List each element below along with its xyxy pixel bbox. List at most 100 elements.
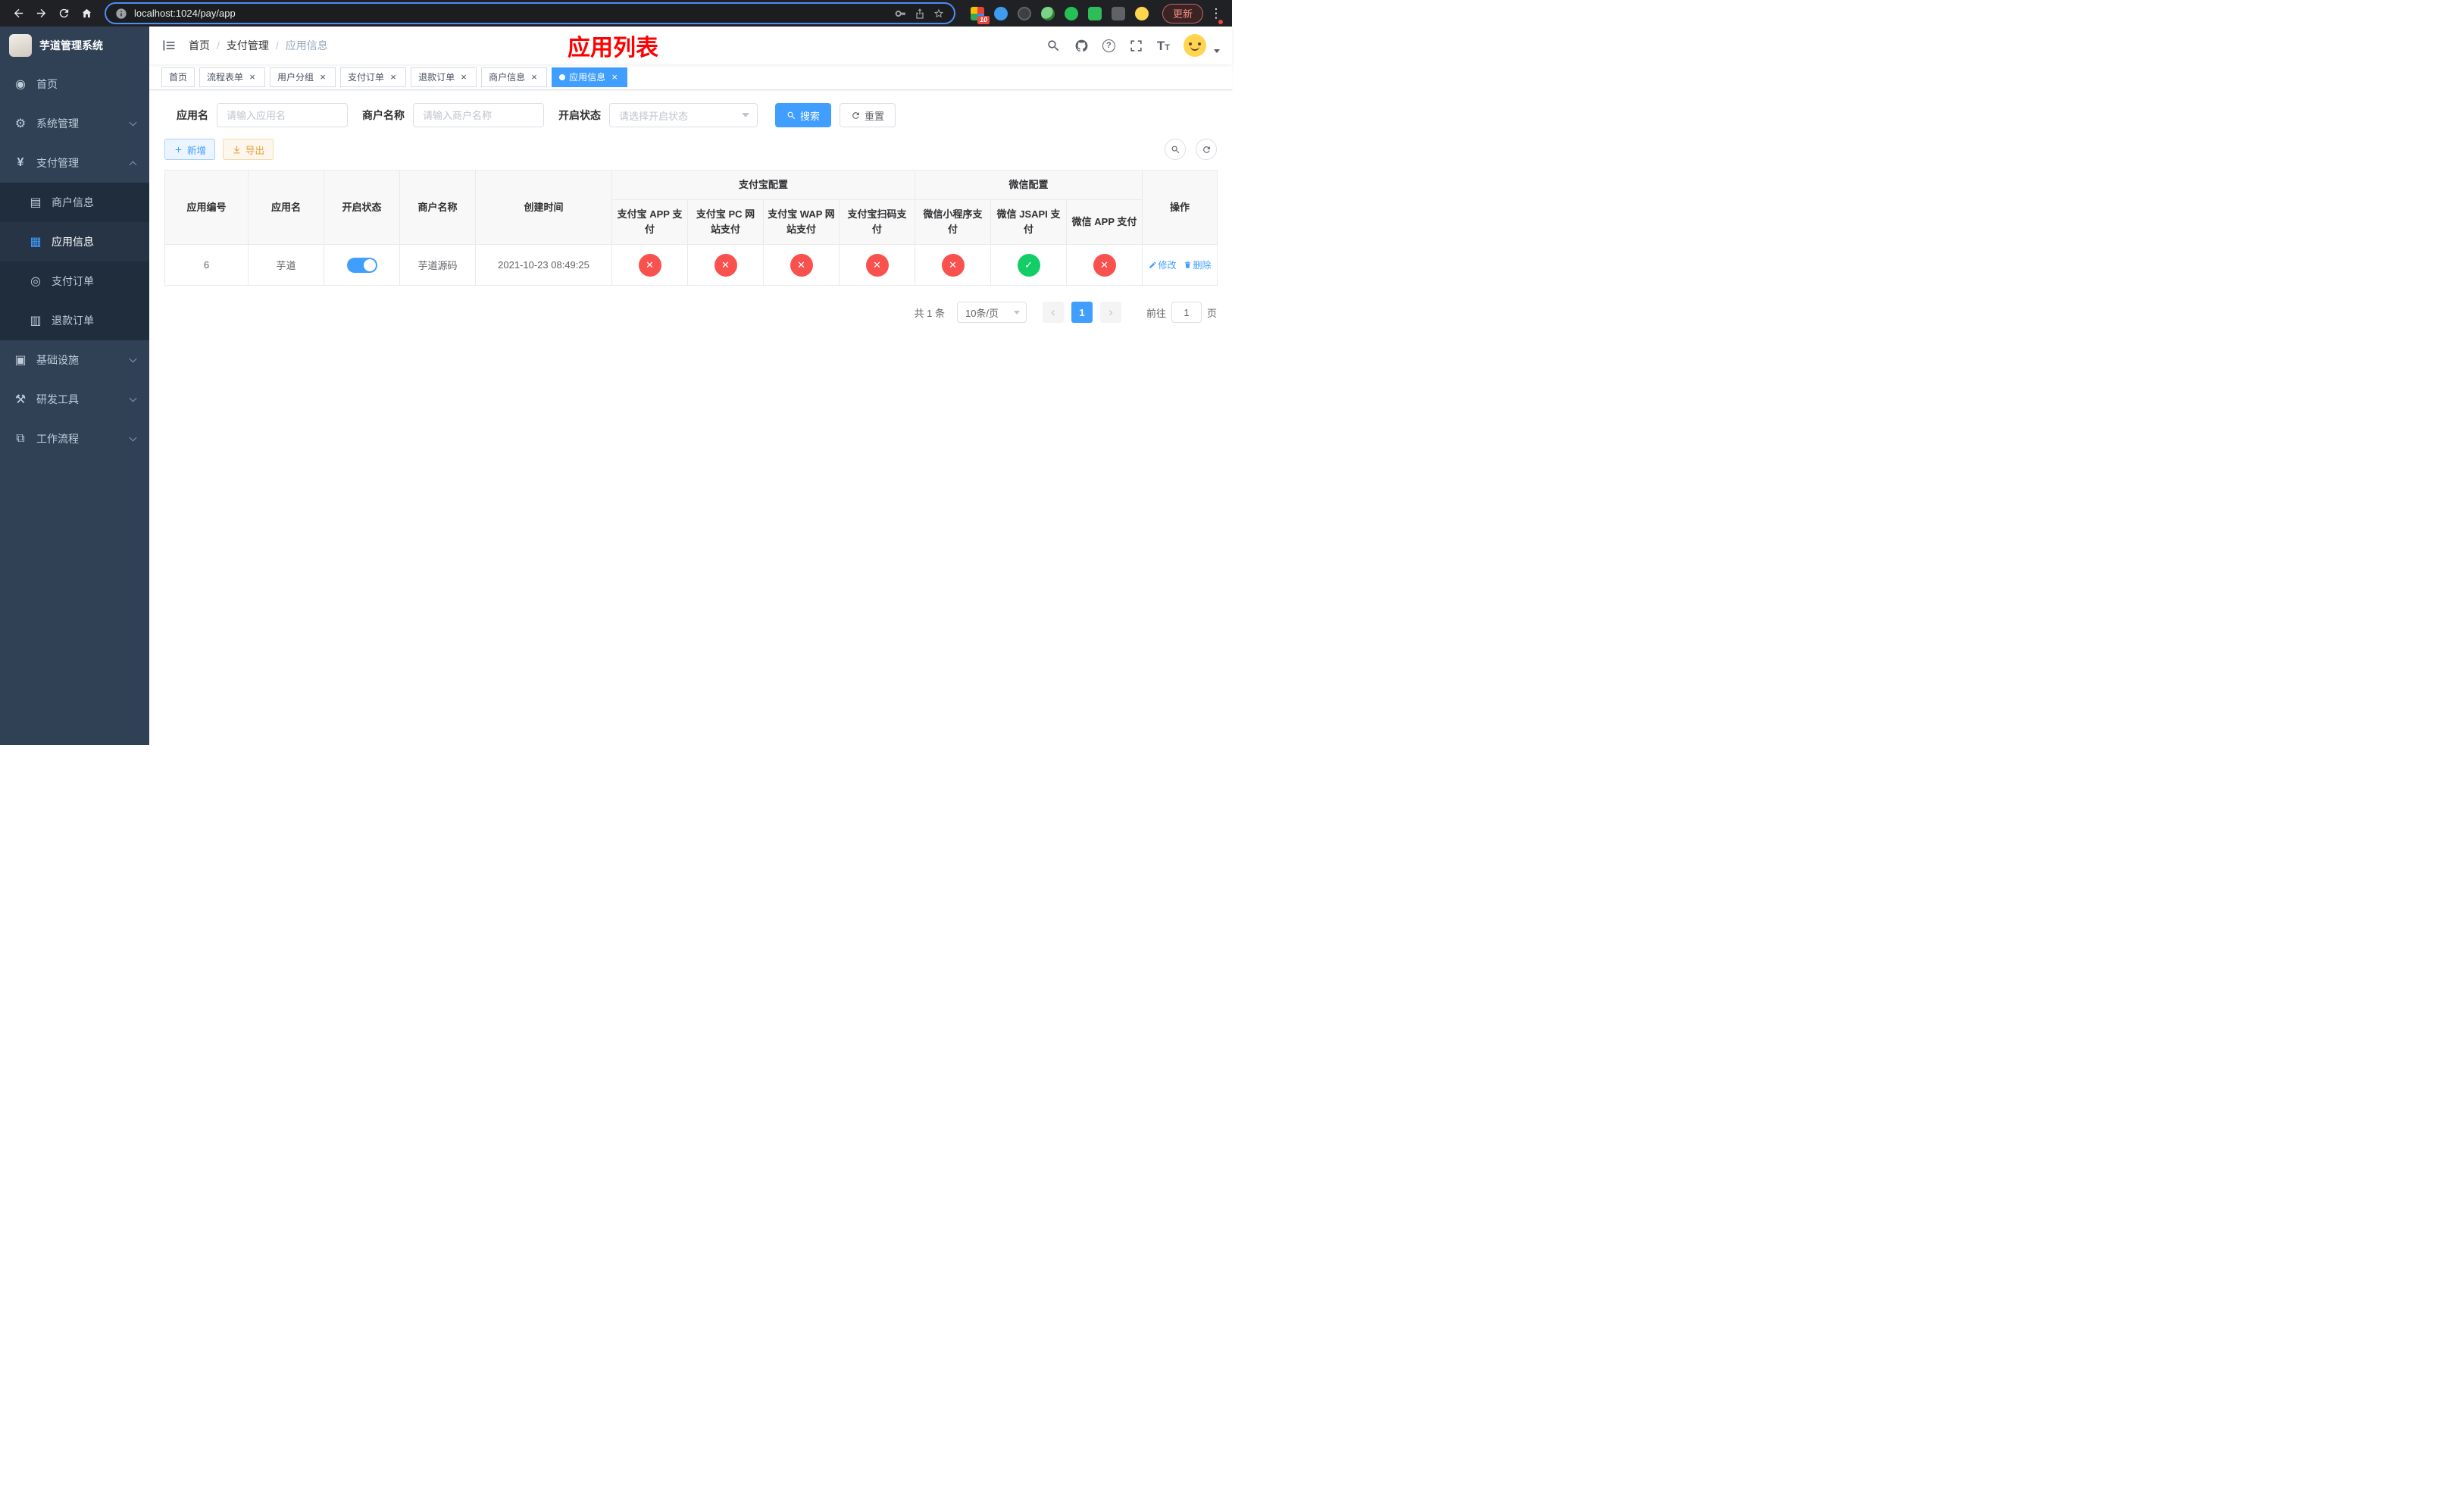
cell-app-name: 芋道 <box>248 244 324 286</box>
extension-avatar-icon[interactable] <box>1040 6 1055 20</box>
cell-alipay-app: ✕ <box>611 244 688 286</box>
app-name-input[interactable] <box>217 103 348 127</box>
sidebar-item-label: 支付管理 <box>36 157 79 169</box>
col-actions: 操作 <box>1142 169 1218 246</box>
cell-app-id: 6 <box>164 244 249 286</box>
chevron-down-icon <box>742 113 749 117</box>
share-icon[interactable] <box>914 8 926 20</box>
sidebar-item-label: 应用信息 <box>52 236 94 248</box>
reload-button[interactable] <box>53 3 74 24</box>
cell-created: 2021-10-23 08:49:25 <box>475 244 612 286</box>
close-icon[interactable]: × <box>529 72 539 83</box>
extension-green-icon[interactable] <box>1064 6 1078 20</box>
fullscreen-icon[interactable] <box>1129 39 1143 53</box>
cell-alipay-qr: ✕ <box>838 244 916 286</box>
help-icon[interactable]: ? <box>1102 39 1115 52</box>
tab-merchant-info[interactable]: 商户信息 × <box>481 67 548 87</box>
card-icon: ▤ <box>30 196 42 209</box>
prev-page-button[interactable]: ‹ <box>1042 302 1064 324</box>
merchant-name-input[interactable] <box>413 103 544 127</box>
sidebar-item-refund-order[interactable]: ▥ 退款订单 <box>0 301 149 340</box>
goto-page-input[interactable] <box>1171 302 1202 324</box>
reset-button[interactable]: 重置 <box>840 103 896 127</box>
url-text: localhost:1024/pay/app <box>134 8 236 19</box>
home-button[interactable] <box>76 3 97 24</box>
tab-label: 应用信息 <box>569 72 606 83</box>
breadcrumb-home[interactable]: 首页 <box>189 38 210 53</box>
back-button[interactable] <box>8 3 29 24</box>
forward-button[interactable] <box>30 3 52 24</box>
tab-process-form[interactable]: 流程表单 × <box>199 67 266 87</box>
search-button[interactable]: 搜索 <box>775 103 832 127</box>
toggle-search-button[interactable] <box>1165 139 1186 160</box>
tab-user-group[interactable]: 用户分组 × <box>270 67 336 87</box>
current-page-button[interactable]: 1 <box>1071 302 1093 324</box>
sidebar-item-system[interactable]: ⚙ 系统管理 <box>0 104 149 143</box>
col-wechat-mini: 微信小程序支付 <box>915 199 992 246</box>
close-icon[interactable]: × <box>317 72 328 83</box>
tab-label: 首页 <box>169 72 188 83</box>
pagination-total: 共 1 条 <box>914 307 945 319</box>
refresh-table-button[interactable] <box>1196 139 1217 160</box>
sidebar-item-payment[interactable]: ¥ 支付管理 <box>0 143 149 183</box>
sidebar-item-infrastructure[interactable]: ▣ 基础设施 <box>0 340 149 380</box>
sidebar-item-devtools[interactable]: ⚒ 研发工具 <box>0 380 149 419</box>
extension-chat-icon[interactable] <box>1087 6 1102 20</box>
avatar-caret-icon[interactable] <box>1214 49 1220 53</box>
status-toggle[interactable] <box>346 257 377 273</box>
close-icon[interactable]: × <box>609 72 620 83</box>
breadcrumb-separator: / <box>275 39 279 52</box>
tab-home[interactable]: 首页 <box>161 67 195 87</box>
bookmark-star-icon[interactable] <box>933 8 945 20</box>
tab-refund-order[interactable]: 退款订单 × <box>411 67 477 87</box>
gear-icon: ⚙ <box>14 117 27 130</box>
font-size-icon[interactable]: TT <box>1157 39 1170 52</box>
tab-pay-order[interactable]: 支付订单 × <box>340 67 407 87</box>
password-key-icon[interactable] <box>895 8 907 20</box>
extensions-puzzle-icon[interactable] <box>1111 6 1125 20</box>
extension-profile-icon[interactable] <box>1134 6 1149 20</box>
edit-icon <box>1149 261 1156 269</box>
col-group-alipay: 支付宝配置 <box>611 169 916 201</box>
close-icon[interactable]: × <box>458 72 469 83</box>
close-icon[interactable]: × <box>388 72 399 83</box>
extension-dark-icon[interactable] <box>1017 6 1031 20</box>
add-button[interactable]: 新增 <box>164 139 216 160</box>
status-select[interactable]: 请选择开启状态 <box>609 103 758 127</box>
extension-badge: 10 <box>977 15 990 24</box>
main-content: 首页 / 支付管理 / 应用信息 应用列表 ? TT 首页 流程表单 × 用户分组… <box>149 27 1232 745</box>
site-info-icon[interactable] <box>115 8 127 20</box>
sidebar-item-pay-order[interactable]: ◎ 支付订单 <box>0 261 149 301</box>
col-alipay-qr: 支付宝扫码支付 <box>838 199 916 246</box>
next-page-button[interactable]: › <box>1099 302 1121 324</box>
sidebar: 芋道管理系统 ◉ 首页 ⚙ 系统管理 ¥ 支付管理 ▤ 商户信息 ▦ 应用信息 … <box>0 27 149 745</box>
delete-link[interactable]: 删除 <box>1184 258 1212 271</box>
search-form: 应用名 商户名称 开启状态 请选择开启状态 搜索 重置 <box>149 90 1232 127</box>
extension-blue-icon[interactable] <box>993 6 1008 20</box>
sidebar-item-workflow[interactable]: ⧉ 工作流程 <box>0 419 149 459</box>
sidebar-item-merchant-info[interactable]: ▤ 商户信息 <box>0 183 149 222</box>
address-bar[interactable]: localhost:1024/pay/app <box>105 2 955 24</box>
order-icon: ◎ <box>30 275 41 288</box>
edit-link[interactable]: 修改 <box>1149 258 1177 271</box>
github-icon[interactable] <box>1074 39 1089 53</box>
browser-menu-kebab-icon[interactable]: ⋮ <box>1209 6 1223 21</box>
export-button[interactable]: 导出 <box>223 139 274 160</box>
page-size-select[interactable]: 10条/页 <box>956 302 1027 324</box>
sidebar-item-label: 基础设施 <box>36 354 79 366</box>
col-app-id: 应用编号 <box>164 169 249 246</box>
close-icon[interactable]: × <box>247 72 258 83</box>
breadcrumb-payment[interactable]: 支付管理 <box>227 38 269 53</box>
search-icon[interactable] <box>1046 39 1061 53</box>
sidebar-item-app-info[interactable]: ▦ 应用信息 <box>0 222 149 261</box>
sidebar-item-home[interactable]: ◉ 首页 <box>0 64 149 104</box>
chrome-update-button[interactable]: 更新 <box>1162 3 1203 23</box>
sidebar-collapse-icon[interactable] <box>161 38 177 53</box>
extension-grid-icon[interactable]: 10 <box>970 6 990 24</box>
tab-app-info[interactable]: 应用信息 × <box>552 67 628 87</box>
cell-alipay-pc: ✕ <box>687 244 764 286</box>
avatar[interactable] <box>1184 34 1206 57</box>
sidebar-menu: ◉ 首页 ⚙ 系统管理 ¥ 支付管理 ▤ 商户信息 ▦ 应用信息 ◎ 支付订单 … <box>0 64 149 459</box>
tab-label: 支付订单 <box>348 72 385 83</box>
refresh-icon <box>1202 146 1210 153</box>
